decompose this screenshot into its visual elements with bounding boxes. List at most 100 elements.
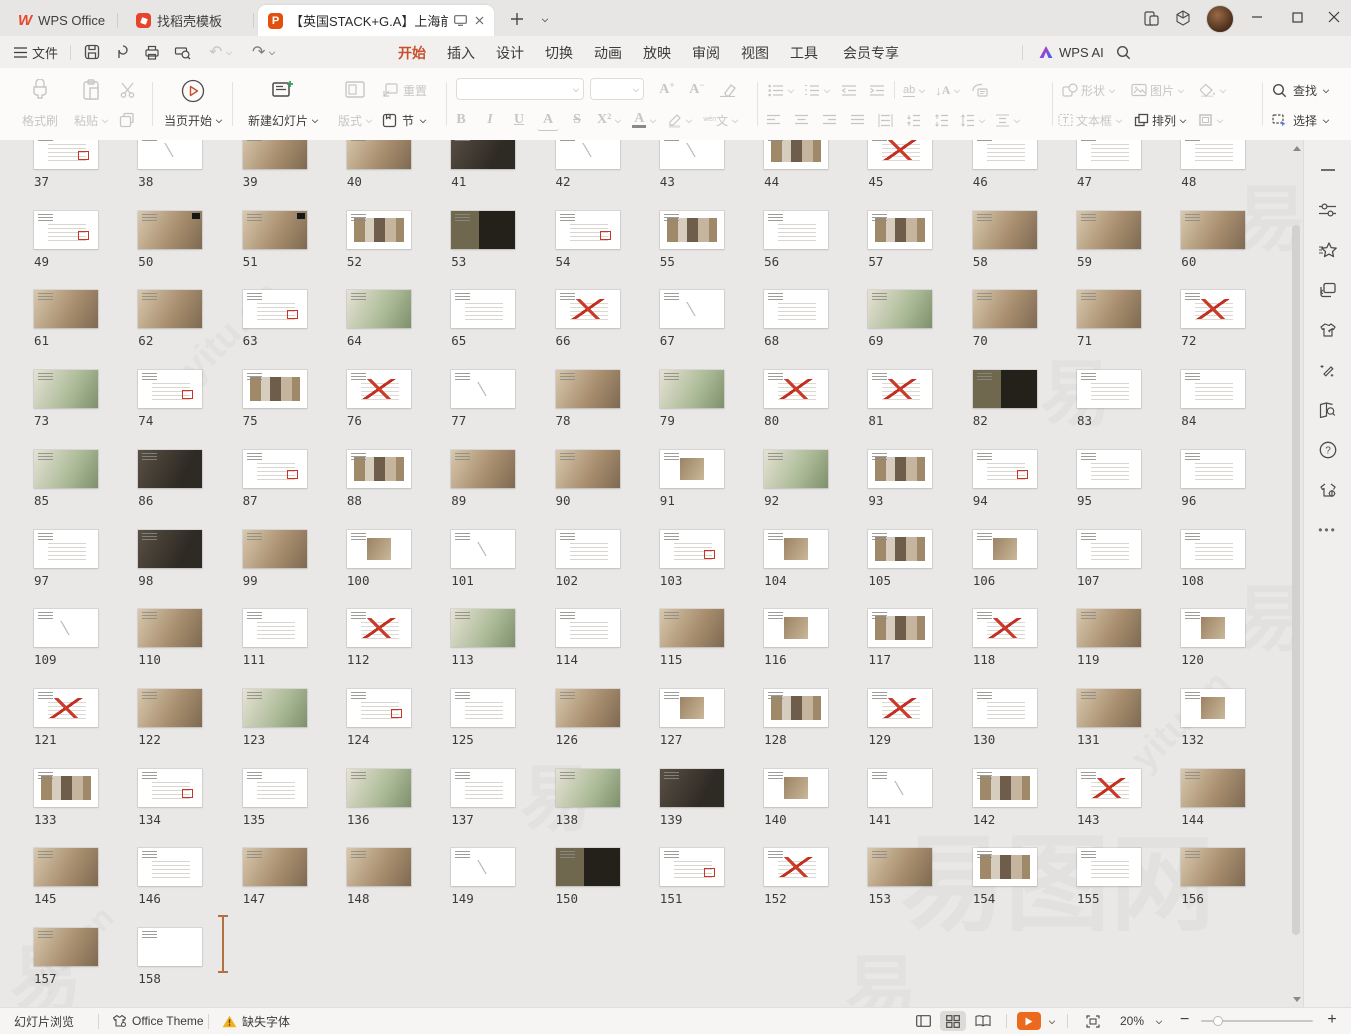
slide-image[interactable] (34, 928, 98, 966)
slide-image[interactable] (973, 290, 1037, 328)
slide-image[interactable] (347, 609, 411, 647)
increase-indent-button[interactable] (866, 79, 888, 101)
help-icon[interactable]: ? (1318, 440, 1338, 460)
slide-image[interactable] (868, 689, 932, 727)
slide-image[interactable] (1181, 290, 1245, 328)
slideshow-options-chevron-icon[interactable] (1047, 1017, 1055, 1025)
slide-image[interactable] (138, 370, 202, 408)
slide-thumbnail-152[interactable]: 152 (764, 848, 830, 906)
slide-image[interactable] (243, 689, 307, 727)
slide-image[interactable] (1181, 370, 1245, 408)
slide-thumbnail-136[interactable]: 136 (347, 769, 413, 827)
slide-thumbnail-139[interactable]: 139 (660, 769, 726, 827)
slide-thumbnail-122[interactable]: 122 (138, 689, 204, 747)
slide-thumbnail-157[interactable]: 157 (34, 928, 100, 986)
slide-thumbnail-138[interactable]: 138 (556, 769, 622, 827)
highlight-color-button[interactable] (665, 109, 694, 131)
slide-image[interactable] (1181, 211, 1245, 249)
slide-image[interactable] (764, 140, 828, 169)
slide-thumbnail-147[interactable]: 147 (243, 848, 309, 906)
slide-image[interactable] (764, 530, 828, 568)
new-slide-button[interactable]: 新建幻灯片 (244, 76, 322, 132)
vertical-text-button[interactable]: ↓A (933, 79, 962, 101)
slide-image[interactable] (243, 769, 307, 807)
slide-thumbnail-146[interactable]: 146 (138, 848, 204, 906)
slide-image[interactable] (243, 370, 307, 408)
justify-button[interactable] (846, 109, 868, 131)
slide-thumbnail-143[interactable]: 143 (1077, 769, 1143, 827)
slide-image[interactable] (764, 769, 828, 807)
slide-thumbnail-112[interactable]: 112 (347, 609, 413, 667)
tab-docer-templates[interactable]: 找稻壳模板 (126, 5, 252, 36)
slide-thumbnail-43[interactable]: 43 (660, 140, 726, 189)
text-direction-button[interactable]: ab (901, 79, 927, 101)
slide-image[interactable] (1077, 140, 1141, 169)
slide-image[interactable] (1077, 370, 1141, 408)
slide-image[interactable] (868, 140, 932, 169)
slide-image[interactable] (764, 370, 828, 408)
slide-thumbnail-117[interactable]: 117 (868, 609, 934, 667)
slide-thumbnail-45[interactable]: 45 (868, 140, 934, 189)
italic-button[interactable]: I (479, 109, 501, 131)
slide-image[interactable] (556, 140, 620, 169)
slide-image[interactable] (556, 211, 620, 249)
slide-thumbnail-54[interactable]: 54 (556, 211, 622, 269)
slide-thumbnail-120[interactable]: 120 (1181, 609, 1247, 667)
slide-image[interactable] (451, 530, 515, 568)
slide-thumbnail-134[interactable]: 134 (138, 769, 204, 827)
slide-thumbnail-158[interactable]: 158 (138, 928, 204, 986)
paste-button[interactable]: 粘贴 (70, 76, 112, 132)
slide-thumbnail-100[interactable]: 100 (347, 530, 413, 588)
slide-image[interactable] (451, 609, 515, 647)
slide-image[interactable] (764, 290, 828, 328)
smart-tools-icon[interactable] (1318, 360, 1338, 380)
row-spacing-button[interactable] (930, 109, 952, 131)
slide-thumbnail-78[interactable]: 78 (556, 370, 622, 428)
slide-image[interactable] (973, 450, 1037, 488)
textbox-button[interactable]: 文本框 (1056, 109, 1124, 131)
slide-image[interactable] (1077, 290, 1141, 328)
slide-image[interactable] (347, 370, 411, 408)
slide-thumbnail-55[interactable]: 55 (660, 211, 726, 269)
slide-layers-icon[interactable] (1318, 280, 1338, 300)
slide-image[interactable] (347, 769, 411, 807)
3d-cube-icon[interactable] (1172, 7, 1194, 29)
slide-thumbnail-50[interactable]: 50 (138, 211, 204, 269)
scroll-up-arrow[interactable] (1293, 146, 1301, 151)
vertical-align-button[interactable] (993, 109, 1022, 131)
underline-button[interactable]: U (508, 109, 530, 131)
character-border-button[interactable]: A (537, 109, 559, 131)
slide-image[interactable] (243, 609, 307, 647)
slide-image[interactable] (451, 450, 515, 488)
save-button[interactable] (80, 40, 104, 64)
animation-pane-icon[interactable] (1318, 240, 1338, 260)
slide-thumbnail-115[interactable]: 115 (660, 609, 726, 667)
font-family-select[interactable] (456, 78, 584, 100)
slide-thumbnail-80[interactable]: 80 (764, 370, 830, 428)
smartart-convert-button[interactable] (968, 79, 990, 101)
slide-image[interactable] (660, 769, 724, 807)
zoom-slider[interactable] (1201, 1020, 1313, 1022)
slide-image[interactable] (660, 530, 724, 568)
slide-image[interactable] (1077, 689, 1141, 727)
slide-image[interactable] (973, 769, 1037, 807)
tab-list-chevron-icon[interactable] (532, 8, 554, 30)
slide-image[interactable] (34, 140, 98, 169)
slide-thumbnail-130[interactable]: 130 (973, 689, 1039, 747)
slide-thumbnail-148[interactable]: 148 (347, 848, 413, 906)
new-tab-button[interactable] (506, 8, 528, 30)
slide-thumbnail-131[interactable]: 131 (1077, 689, 1143, 747)
slide-thumbnail-58[interactable]: 58 (973, 211, 1039, 269)
print-button[interactable] (140, 40, 164, 64)
slide-image[interactable] (868, 211, 932, 249)
slide-image[interactable] (34, 450, 98, 488)
slide-image[interactable] (868, 848, 932, 886)
slide-thumbnail-67[interactable]: 67 (660, 290, 726, 348)
slide-image[interactable] (34, 370, 98, 408)
slide-thumbnail-123[interactable]: 123 (243, 689, 309, 747)
slide-thumbnail-141[interactable]: 141 (868, 769, 934, 827)
pinyin-guide-button[interactable]: wén文 (701, 109, 740, 131)
slide-thumbnail-57[interactable]: 57 (868, 211, 934, 269)
zoom-slider-knob[interactable] (1213, 1016, 1223, 1026)
slide-thumbnail-44[interactable]: 44 (764, 140, 830, 189)
